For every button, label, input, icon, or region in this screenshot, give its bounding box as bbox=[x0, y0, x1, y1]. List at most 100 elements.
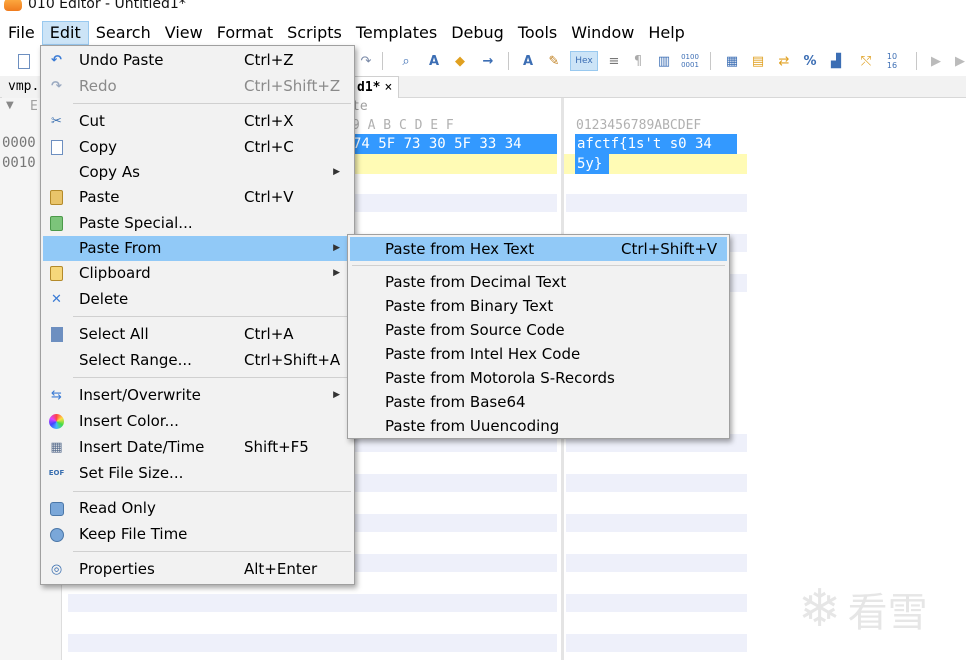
base-convert-icon[interactable]: 10 16 bbox=[882, 51, 902, 71]
menu-view[interactable]: View bbox=[158, 21, 210, 45]
menu-item-paste-hex-text[interactable]: Paste from Hex Text Ctrl+Shift+V bbox=[350, 237, 727, 261]
menu-debug[interactable]: Debug bbox=[444, 21, 511, 45]
menu-help[interactable]: Help bbox=[641, 21, 691, 45]
play-icon[interactable]: ▶ bbox=[926, 51, 946, 71]
row-stripe bbox=[351, 474, 557, 492]
menu-scripts[interactable]: Scripts bbox=[280, 21, 349, 45]
hex-selection-row-0[interactable]: 74 5F 73 30 5F 33 34 bbox=[351, 134, 557, 154]
clipboard-toolbar-icon[interactable]: ▤ bbox=[748, 51, 768, 71]
scissors-icon: ✂ bbox=[51, 114, 62, 129]
select-all-icon bbox=[48, 326, 65, 343]
menu-item-paste-from[interactable]: Paste From ▶ bbox=[43, 236, 352, 261]
color-wheel-icon bbox=[48, 413, 65, 430]
watermark: ❄ 看雪 bbox=[798, 580, 928, 638]
lock-icon bbox=[48, 500, 65, 517]
collapse-arrow-icon[interactable]: ▼ bbox=[6, 100, 14, 111]
window-title: 010 Editor - Untitled1* bbox=[28, 0, 186, 12]
menu-item-keep-file-time[interactable]: Keep File Time bbox=[43, 522, 352, 547]
paste-icon bbox=[48, 189, 65, 206]
calculator-icon[interactable]: ▦ bbox=[722, 51, 742, 71]
paste-special-icon bbox=[48, 215, 65, 232]
watermark-text: 看雪 bbox=[847, 590, 928, 636]
submenu-arrow-icon: ▶ bbox=[333, 268, 340, 278]
menu-tools[interactable]: Tools bbox=[511, 21, 564, 45]
address-row-0: 0000 bbox=[2, 135, 36, 151]
menu-item-clipboard[interactable]: Clipboard ▶ bbox=[43, 261, 352, 286]
eof-icon: EOF bbox=[48, 469, 65, 477]
ruler-left-label: E bbox=[30, 99, 38, 114]
menu-item-cut[interactable]: ✂ Cut Ctrl+X bbox=[43, 109, 352, 134]
new-file-icon[interactable] bbox=[14, 51, 34, 71]
redo-toolbar-icon[interactable]: ↷ bbox=[356, 51, 376, 71]
row-stripe bbox=[566, 514, 747, 532]
menu-item-paste-special[interactable]: Paste Special... bbox=[43, 211, 352, 236]
title-bar: 010 Editor - Untitled1* bbox=[0, 0, 966, 14]
tab-untitled1[interactable]: d1* × bbox=[350, 76, 400, 98]
menu-item-paste-binary-text[interactable]: Paste from Binary Text bbox=[350, 294, 727, 318]
menu-templates[interactable]: Templates bbox=[349, 21, 444, 45]
step-icon[interactable]: ▶ bbox=[950, 51, 966, 71]
properties-icon: ◎ bbox=[50, 562, 63, 577]
menu-item-copy[interactable]: Copy Ctrl+C bbox=[43, 135, 352, 160]
menu-item-paste-source-code[interactable]: Paste from Source Code bbox=[350, 318, 727, 342]
menu-item-read-only[interactable]: Read Only bbox=[43, 496, 352, 521]
row-stripe bbox=[566, 634, 747, 652]
menu-item-set-file-size[interactable]: EOF Set File Size... bbox=[43, 461, 352, 486]
find-icon[interactable]: ⌕ bbox=[396, 51, 416, 71]
edit-menu: ↶ Undo Paste Ctrl+Z ↷ Redo Ctrl+Shift+Z … bbox=[40, 45, 355, 585]
goto-icon[interactable]: → bbox=[478, 51, 498, 71]
row-stripe bbox=[566, 594, 747, 612]
redo-icon: ↷ bbox=[51, 79, 62, 94]
text-selection-row-1[interactable]: 5y} bbox=[575, 154, 609, 174]
menu-item-select-all[interactable]: Select All Ctrl+A bbox=[43, 322, 352, 347]
menu-item-insert-color[interactable]: Insert Color... bbox=[43, 409, 352, 434]
undo-icon: ↶ bbox=[51, 53, 62, 68]
menu-search[interactable]: Search bbox=[89, 21, 158, 45]
delete-icon: ✕ bbox=[51, 292, 62, 307]
tab-untitled1-label: d1* bbox=[357, 80, 381, 95]
compare-icon[interactable]: ⤲ bbox=[856, 51, 876, 71]
submenu-arrow-icon: ▶ bbox=[333, 243, 340, 253]
menu-item-delete[interactable]: ✕ Delete bbox=[43, 287, 352, 312]
menu-edit[interactable]: Edit bbox=[41, 21, 89, 45]
font-icon[interactable]: A bbox=[518, 51, 538, 71]
hex-mode-button[interactable]: Hex bbox=[570, 51, 598, 71]
row-stripe bbox=[566, 474, 747, 492]
menu-item-undo-paste[interactable]: ↶ Undo Paste Ctrl+Z bbox=[43, 48, 352, 73]
menu-item-select-range[interactable]: Select Range... Ctrl+Shift+A bbox=[43, 348, 352, 373]
binary-icon[interactable]: 0100 0001 bbox=[680, 51, 700, 71]
replace-icon[interactable]: A bbox=[424, 51, 444, 71]
menu-item-paste-uuencoding[interactable]: Paste from Uuencoding bbox=[350, 414, 727, 438]
row-stripe bbox=[351, 554, 557, 572]
text-selection-row-0[interactable]: afctf{1s't s0 34 bbox=[575, 134, 737, 154]
swap-icon[interactable]: ⇄ bbox=[774, 51, 794, 71]
menu-item-paste-base64[interactable]: Paste from Base64 bbox=[350, 390, 727, 414]
percent-icon[interactable]: % bbox=[800, 51, 820, 71]
histogram-icon[interactable]: ▟ bbox=[826, 51, 846, 71]
find-in-files-icon[interactable]: ◆ bbox=[450, 51, 470, 71]
menu-format[interactable]: Format bbox=[210, 21, 280, 45]
menu-item-paste-intel-hex[interactable]: Paste from Intel Hex Code bbox=[350, 342, 727, 366]
paragraph-icon[interactable]: ¶ bbox=[628, 51, 648, 71]
tab-vmp[interactable]: vmp. bbox=[2, 76, 46, 98]
row-stripe bbox=[566, 194, 747, 212]
row-stripe bbox=[68, 594, 557, 612]
menu-item-paste-motorola[interactable]: Paste from Motorola S-Records bbox=[350, 366, 727, 390]
menu-window[interactable]: Window bbox=[564, 21, 641, 45]
menu-item-insert-overwrite[interactable]: ⇆ Insert/Overwrite ▶ bbox=[43, 383, 352, 408]
columns-icon[interactable]: ▥ bbox=[654, 51, 674, 71]
menu-item-insert-date-time[interactable]: ▦ Insert Date/Time Shift+F5 bbox=[43, 435, 352, 460]
submenu-arrow-icon: ▶ bbox=[333, 167, 340, 177]
menu-file[interactable]: File bbox=[1, 21, 42, 45]
menu-item-redo[interactable]: ↷ Redo Ctrl+Shift+Z bbox=[43, 74, 352, 99]
hex-row-1-highlight bbox=[351, 154, 557, 174]
tab-close-icon[interactable]: × bbox=[384, 80, 392, 95]
highlight-icon[interactable]: ✎ bbox=[544, 51, 564, 71]
menu-item-copy-as[interactable]: Copy As ▶ bbox=[43, 160, 352, 185]
menu-item-properties[interactable]: ◎ Properties Alt+Enter bbox=[43, 557, 352, 582]
calendar-icon: ▦ bbox=[50, 440, 63, 455]
insert-overwrite-icon: ⇆ bbox=[51, 388, 62, 403]
menu-item-paste-decimal-text[interactable]: Paste from Decimal Text bbox=[350, 270, 727, 294]
text-mode-icon[interactable]: ≡ bbox=[604, 51, 624, 71]
menu-item-paste[interactable]: Paste Ctrl+V bbox=[43, 185, 352, 210]
